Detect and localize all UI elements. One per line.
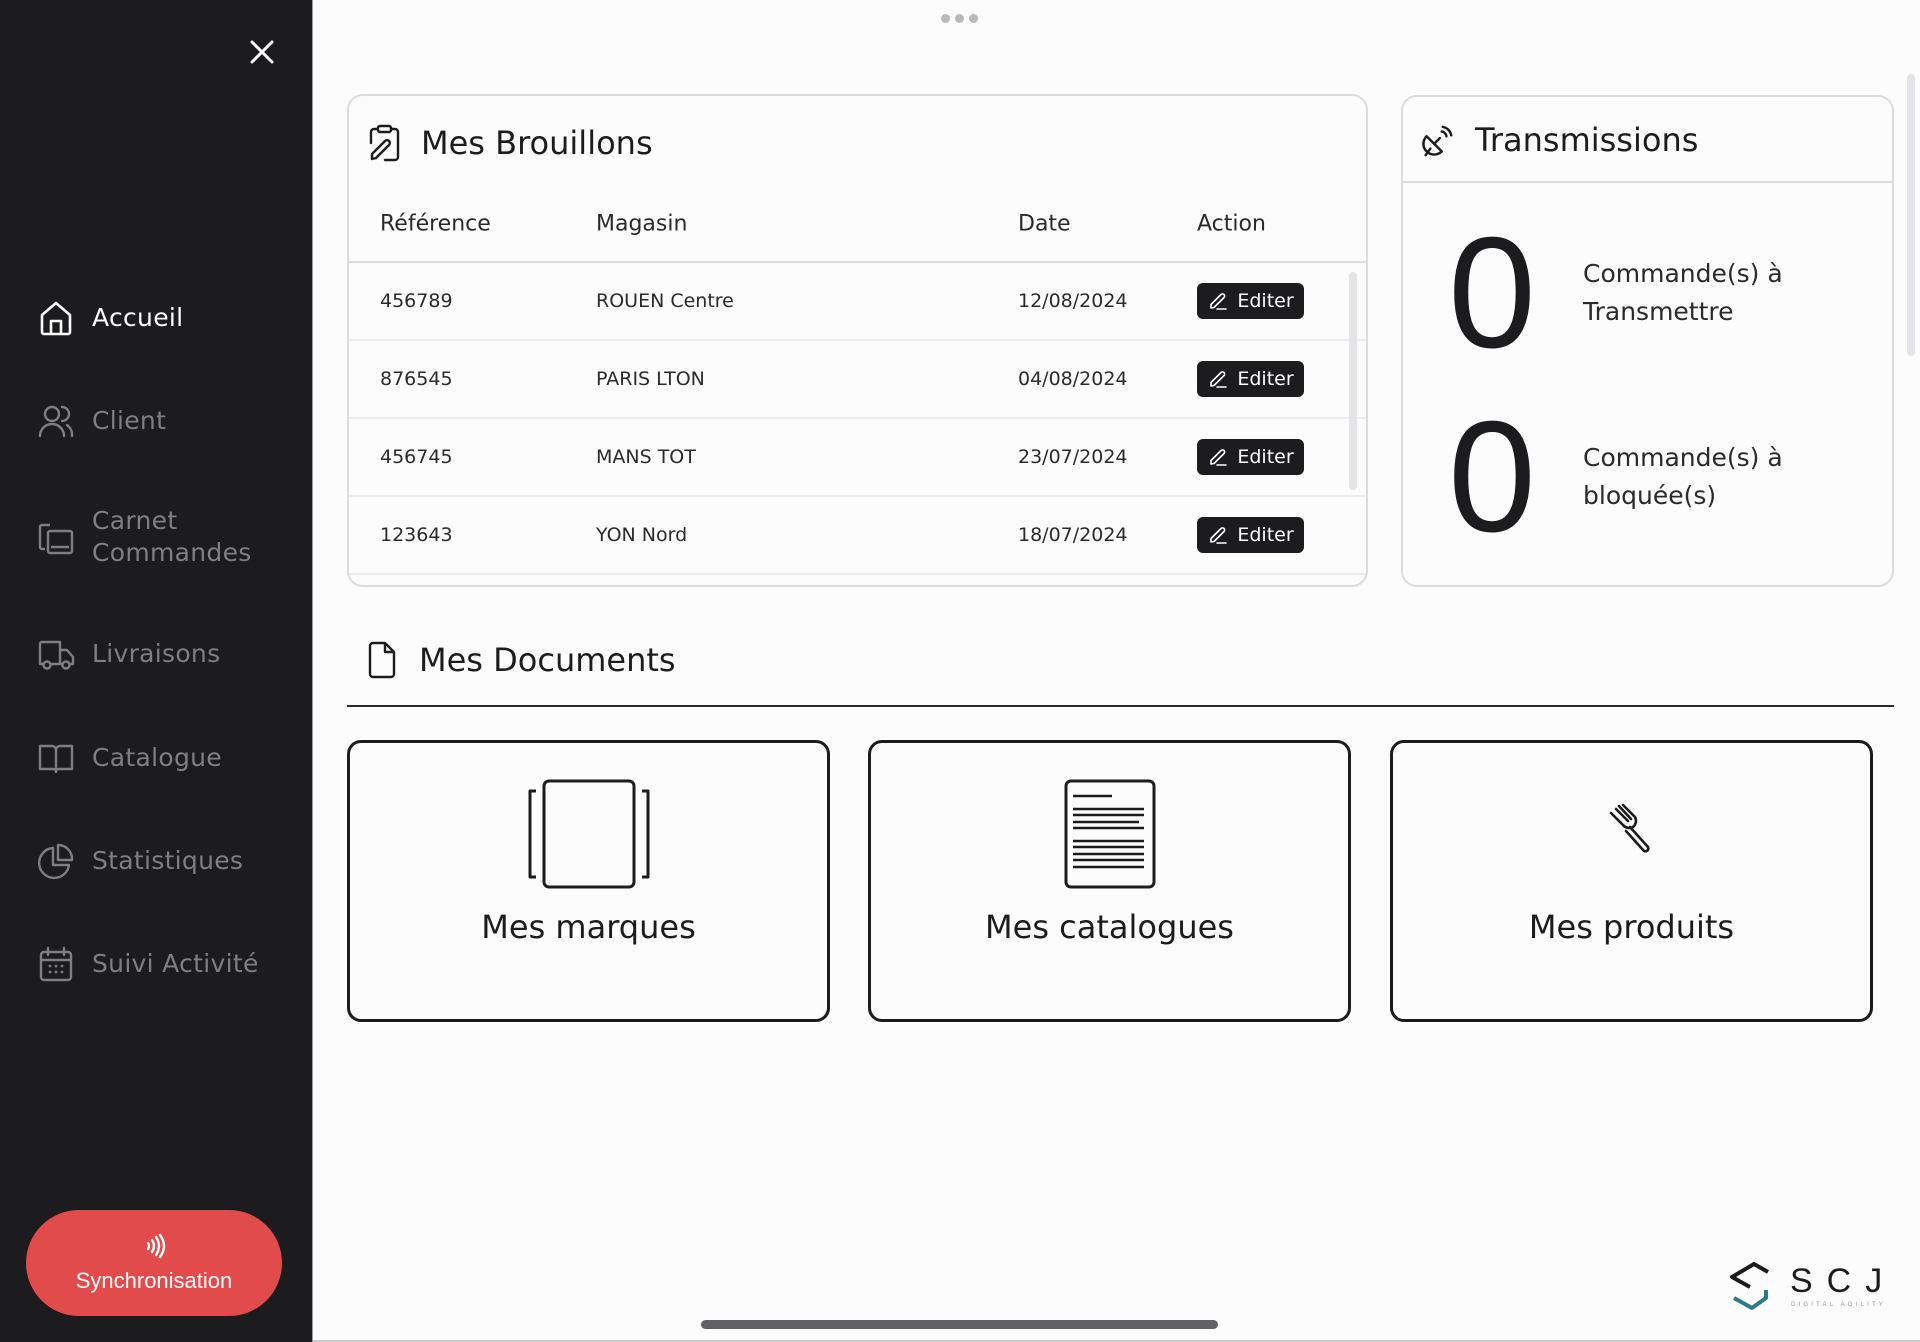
stat-to-transmit[interactable]: 0 Commande(s) à Transmettre	[1437, 205, 1823, 381]
stat-blocked[interactable]: 0 Commande(s) à bloquée(s)	[1437, 389, 1823, 565]
sidebar-item-carnet-commandes[interactable]: Carnet Commandes	[36, 505, 282, 569]
scj-logo: SCJ DIGITAL AGILITY	[1728, 1260, 1898, 1314]
synchronisation-label: Synchronisation	[75, 1268, 233, 1293]
logo-tagline: DIGITAL AGILITY	[1791, 1302, 1887, 1308]
cell-date: 12/08/2024	[1018, 290, 1128, 312]
edit-button[interactable]: Editer	[1197, 517, 1304, 553]
sidebar-item-label: Client	[92, 406, 167, 435]
documents-title: Mes Documents	[365, 640, 676, 680]
cell-reference: 456789	[380, 290, 453, 312]
stat-label: Commande(s) à bloquée(s)	[1583, 443, 1783, 510]
home-indicator[interactable]	[701, 1320, 1218, 1329]
synchronisation-button[interactable]: Synchronisation	[26, 1210, 282, 1316]
truck-icon	[36, 634, 76, 674]
mes-marques-card[interactable]: Mes marques	[347, 740, 830, 1022]
sidebar-item-label: Suivi Activité	[92, 949, 259, 978]
pencil-icon	[1210, 371, 1228, 388]
sidebar-item-label: Accueil	[92, 303, 184, 332]
sidebar-item-label: Carnet Commandes	[92, 506, 252, 567]
edit-button[interactable]: Editer	[1197, 361, 1304, 397]
sidebar-item-accueil[interactable]: Accueil	[36, 298, 183, 338]
pencil-icon	[1210, 449, 1228, 466]
pages-icon	[527, 779, 651, 893]
close-sidebar-button[interactable]	[246, 36, 278, 68]
table-row[interactable]: 123643 YON Nord 18/07/2024 Editer	[349, 497, 1366, 575]
drafts-card: Mes Brouillons Référence Magasin Date Ac…	[347, 94, 1368, 587]
transmissions-header: Transmissions	[1403, 97, 1892, 183]
column-header-date[interactable]: Date	[1018, 212, 1071, 237]
satellite-dish-icon	[1419, 121, 1457, 159]
home-icon	[36, 298, 76, 338]
close-icon	[250, 40, 274, 64]
order-book-icon	[36, 517, 76, 557]
contactless-icon	[140, 1232, 168, 1260]
mes-produits-label: Mes produits	[1528, 908, 1735, 946]
sidebar-item-label: Statistiques	[92, 846, 244, 875]
pencil-icon	[1210, 293, 1228, 310]
documents-divider	[347, 705, 1894, 707]
users-icon	[36, 401, 76, 441]
pencil-icon	[1210, 527, 1228, 544]
table-row[interactable]: 876545 PARIS LTON 04/08/2024 Editer	[349, 341, 1366, 419]
stat-label: Commande(s) à Transmettre	[1583, 259, 1783, 326]
edit-button[interactable]: Editer	[1197, 439, 1304, 475]
fork-icon	[1602, 803, 1662, 867]
sidebar-item-client[interactable]: Client	[36, 401, 166, 441]
text-document-icon	[1064, 779, 1156, 893]
edit-button[interactable]: Editer	[1197, 283, 1304, 319]
drafts-scrollbar[interactable]	[1349, 272, 1357, 490]
column-header-action: Action	[1197, 211, 1266, 237]
sidebar-item-suivi-activite[interactable]: Suivi Activité	[36, 944, 259, 984]
column-header-reference[interactable]: Référence	[380, 212, 491, 237]
sidebar-item-livraisons[interactable]: Livraisons	[36, 634, 220, 674]
column-header-magasin[interactable]: Magasin	[596, 212, 687, 237]
cell-store: YON Nord	[596, 524, 688, 546]
document-icon	[365, 640, 399, 680]
page-scrollbar[interactable]	[1907, 74, 1915, 356]
pie-chart-icon	[36, 841, 76, 881]
cell-date: 18/07/2024	[1018, 524, 1128, 546]
stat-value: 0	[1448, 205, 1536, 381]
calendar-icon	[36, 944, 76, 984]
drafts-table-body: 456789 ROUEN Centre 12/08/2024 Editer 87…	[349, 263, 1366, 575]
cell-date: 23/07/2024	[1018, 446, 1128, 468]
sidebar-item-statistiques[interactable]: Statistiques	[36, 841, 243, 881]
transmissions-title: Transmissions	[1419, 115, 1698, 165]
mes-produits-card[interactable]: Mes produits	[1390, 740, 1873, 1022]
mes-catalogues-label: Mes catalogues	[985, 908, 1234, 946]
transmissions-title-text: Transmissions	[1475, 121, 1699, 159]
cell-store: MANS TOT	[596, 446, 696, 468]
sidebar-item-label: Catalogue	[92, 743, 222, 772]
mes-marques-label: Mes marques	[481, 908, 696, 946]
drafts-table-header: Référence Magasin Date Action	[349, 96, 1366, 263]
table-row[interactable]: 456789 ROUEN Centre 12/08/2024 Editer	[349, 263, 1366, 341]
cell-date: 04/08/2024	[1018, 368, 1128, 390]
sidebar-item-catalogue[interactable]: Catalogue	[36, 738, 222, 778]
scj-logo-mark	[1730, 1262, 1769, 1310]
cell-reference: 456745	[380, 446, 453, 468]
cell-store: PARIS LTON	[596, 368, 705, 390]
book-open-icon	[36, 738, 76, 778]
logo-letters: SCJ	[1790, 1262, 1897, 1300]
cell-store: ROUEN Centre	[596, 290, 734, 312]
stat-value: 0	[1448, 389, 1536, 565]
documents-title-text: Mes Documents	[419, 641, 676, 679]
more-options-handle[interactable]	[941, 14, 978, 23]
table-row[interactable]: 456745 MANS TOT 23/07/2024 Editer	[349, 419, 1366, 497]
transmissions-card: Transmissions 0 Commande(s) à Transmettr…	[1401, 95, 1894, 587]
cell-reference: 123643	[380, 524, 453, 546]
sidebar-item-label: Livraisons	[92, 639, 221, 668]
cell-reference: 876545	[380, 368, 453, 390]
sidebar: Accueil Client Carnet Commandes Livraiso…	[0, 0, 313, 1342]
mes-catalogues-card[interactable]: Mes catalogues	[868, 740, 1351, 1022]
